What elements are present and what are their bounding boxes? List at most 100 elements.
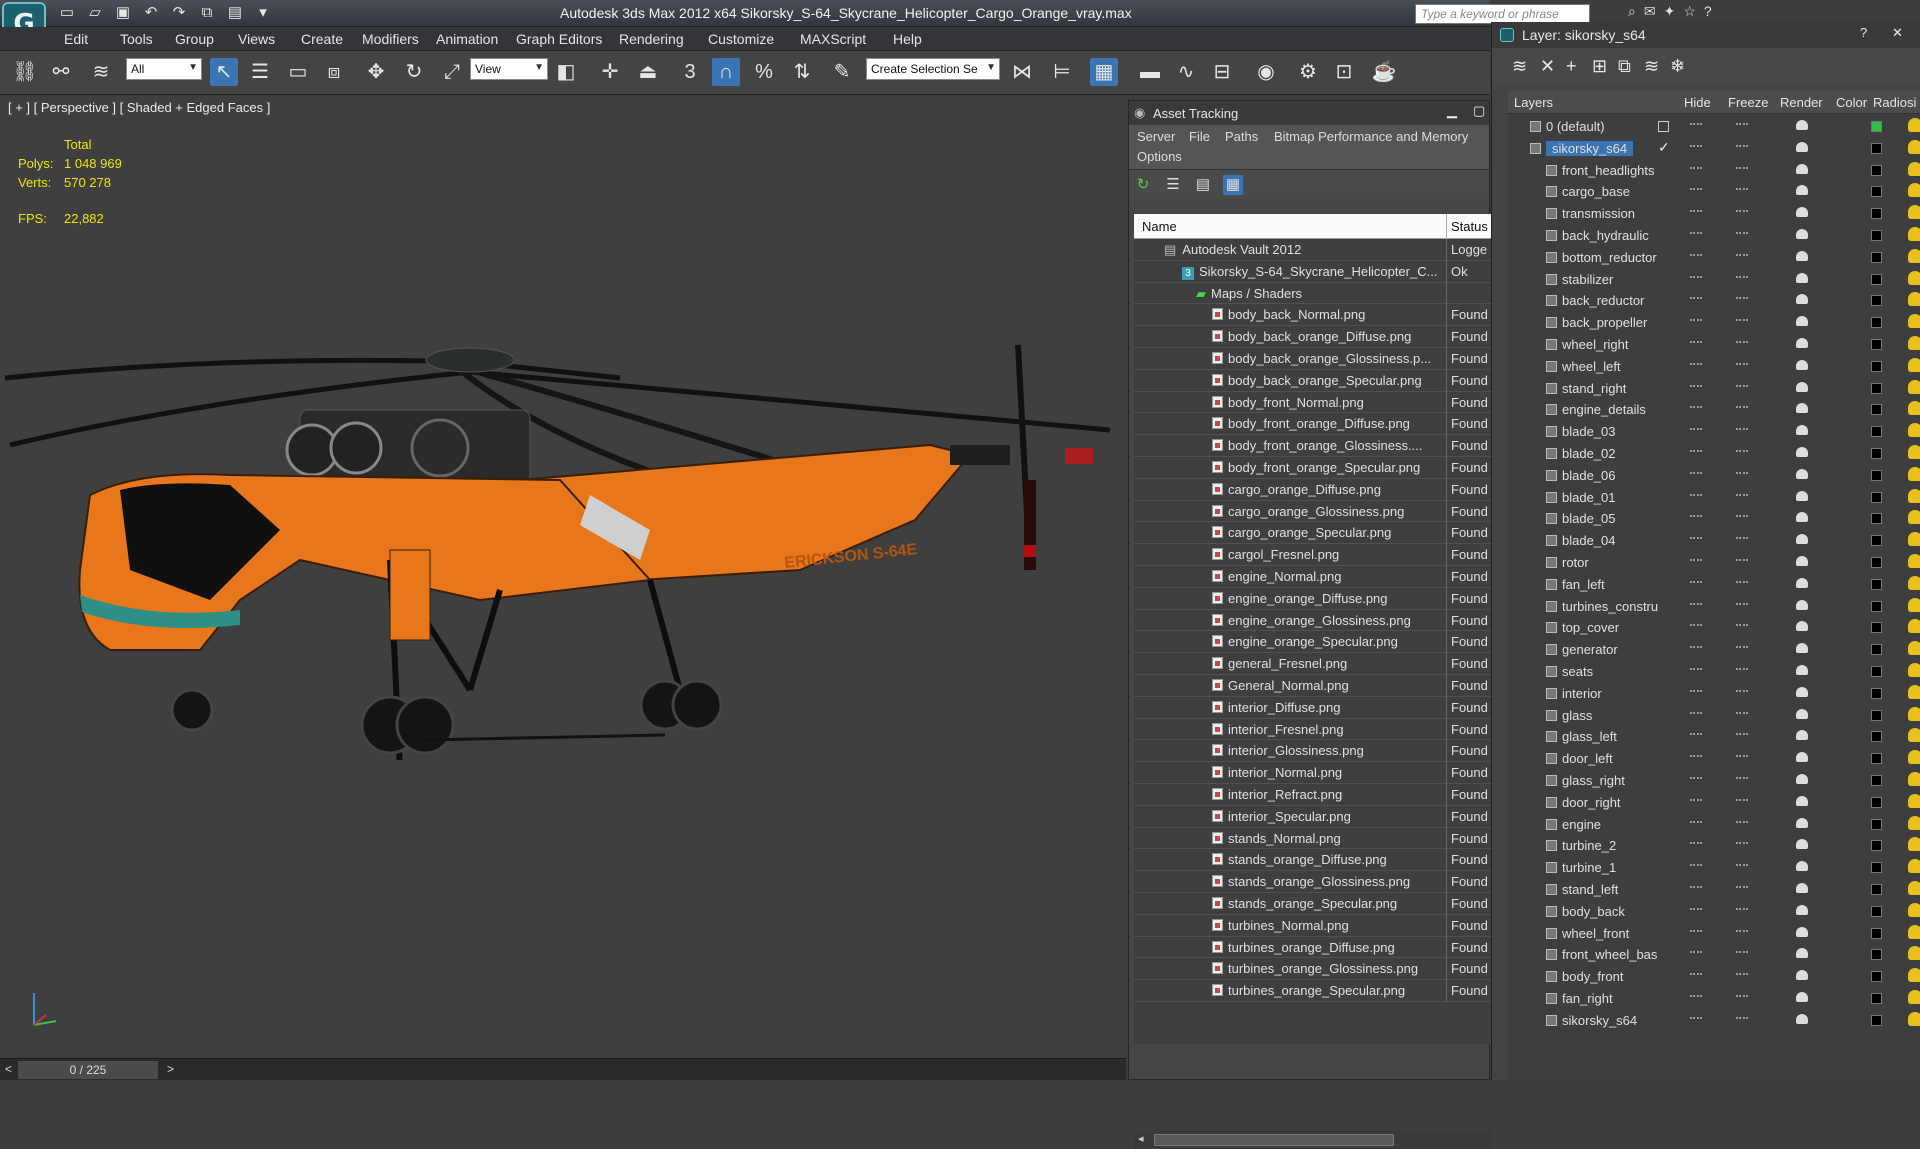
render-teapot-icon[interactable]	[1796, 556, 1808, 566]
render-teapot-icon[interactable]	[1796, 294, 1808, 305]
menu-edit[interactable]: Edit	[64, 31, 88, 47]
radiosity-icon[interactable]	[1908, 859, 1920, 874]
color-swatch[interactable]	[1871, 884, 1882, 895]
color-swatch[interactable]	[1871, 796, 1882, 808]
edit-named-selection-icon[interactable]: ✎	[828, 58, 856, 86]
asset-row[interactable]: interior_Specular.png Found	[1134, 805, 1491, 828]
freeze-toggle[interactable]	[1736, 537, 1748, 541]
render-teapot-icon[interactable]	[1796, 708, 1808, 719]
hide-toggle[interactable]	[1690, 493, 1702, 498]
radiosity-icon[interactable]	[1908, 902, 1920, 917]
menu-maxscript[interactable]: MAXScript	[800, 31, 866, 47]
table-view-icon[interactable]: ▦	[1223, 175, 1243, 195]
freeze-toggle[interactable]	[1736, 406, 1748, 410]
freeze-toggle[interactable]	[1736, 319, 1748, 323]
undo-icon[interactable]: ↶	[140, 3, 162, 23]
color-swatch[interactable]	[1871, 557, 1882, 568]
add-to-layer-icon[interactable]: +	[1566, 56, 1577, 77]
freeze-toggle[interactable]	[1736, 428, 1748, 432]
color-swatch[interactable]	[1871, 208, 1882, 220]
rect-selection-icon[interactable]: ▭	[284, 58, 312, 86]
asset-row[interactable]: stands_orange_Glossiness.png Found	[1134, 871, 1491, 894]
asset-row[interactable]: ▤ Autodesk Vault 2012 Logge	[1134, 239, 1491, 261]
radiosity-icon[interactable]	[1908, 183, 1920, 198]
hide-toggle[interactable]	[1690, 689, 1702, 694]
rendered-frame-icon[interactable]: ⊡	[1330, 58, 1358, 86]
asset-row[interactable]: cargo_orange_Specular.png Found	[1134, 522, 1491, 545]
radiosity-icon[interactable]	[1908, 597, 1920, 612]
save-icon[interactable]: ▣	[112, 3, 134, 23]
asset-horizontal-scrollbar[interactable]: ◂	[1134, 1131, 1491, 1149]
freeze-toggle[interactable]	[1736, 755, 1748, 759]
hide-toggle[interactable]	[1690, 232, 1702, 236]
object-row[interactable]: turbine_1	[1508, 857, 1920, 879]
color-swatch[interactable]	[1871, 731, 1882, 743]
radiosity-icon[interactable]	[1908, 837, 1920, 852]
freeze-toggle[interactable]	[1736, 144, 1748, 149]
color-swatch[interactable]	[1871, 927, 1882, 939]
render-teapot-icon[interactable]	[1796, 229, 1808, 239]
object-row[interactable]: door_left	[1508, 748, 1920, 770]
percent-snap-icon[interactable]: %	[750, 58, 778, 86]
render-teapot-icon[interactable]	[1796, 1013, 1808, 1024]
object-row[interactable]: front_headlights	[1508, 160, 1920, 182]
hide-toggle[interactable]	[1690, 319, 1702, 323]
radiosity-icon[interactable]	[1908, 946, 1920, 961]
menu-customize[interactable]: Customize	[708, 31, 774, 47]
freeze-toggle[interactable]	[1736, 450, 1748, 454]
object-row[interactable]: glass_right	[1508, 770, 1920, 792]
color-swatch[interactable]	[1871, 295, 1882, 307]
hide-toggle[interactable]	[1690, 646, 1702, 650]
hide-toggle[interactable]	[1690, 123, 1702, 127]
hide-toggle[interactable]	[1690, 515, 1702, 519]
asset-row[interactable]: cargo_orange_Diffuse.png Found	[1134, 478, 1491, 501]
color-swatch[interactable]	[1871, 164, 1882, 176]
asset-row[interactable]: 3 Sikorsky_S-64_Skycrane_Helicopter_C... O…	[1134, 260, 1491, 283]
refresh-icon[interactable]: ↻	[1133, 175, 1153, 195]
bind-spacewarp-icon[interactable]: ≋	[88, 58, 114, 86]
asset-row[interactable]: interior_Diffuse.png Found	[1134, 696, 1491, 719]
project-folder-icon[interactable]: ▤	[224, 3, 246, 23]
color-swatch[interactable]	[1871, 491, 1882, 503]
object-row[interactable]: back_propeller	[1508, 312, 1920, 334]
object-row[interactable]: blade_02	[1508, 443, 1920, 465]
render-teapot-icon[interactable]	[1796, 795, 1808, 806]
asset-row[interactable]: ▰ Maps / Shaders	[1134, 282, 1491, 305]
render-teapot-icon[interactable]	[1796, 752, 1808, 763]
object-row[interactable]: wheel_front	[1508, 923, 1920, 945]
radiosity-icon[interactable]	[1908, 423, 1920, 438]
col-layers[interactable]: Layers	[1514, 95, 1553, 110]
scale-icon[interactable]: ⤢	[438, 58, 466, 86]
color-swatch[interactable]	[1871, 535, 1882, 547]
help-icon[interactable]: ?	[1704, 3, 1712, 20]
asset-row[interactable]: interior_Glossiness.png Found	[1134, 740, 1491, 763]
layer-help-button[interactable]: ?	[1860, 25, 1867, 40]
hide-toggle[interactable]	[1690, 820, 1702, 825]
select-manipulate-icon[interactable]: ✛	[596, 58, 624, 86]
color-swatch[interactable]	[1871, 121, 1882, 132]
scroll-thumb[interactable]	[1154, 1134, 1394, 1146]
prev-frame-button[interactable]: <	[5, 1062, 12, 1076]
object-row[interactable]: blade_06	[1508, 465, 1920, 487]
list-view-icon[interactable]: ☰	[1163, 175, 1183, 195]
render-teapot-icon[interactable]	[1796, 926, 1808, 937]
render-teapot-icon[interactable]	[1796, 817, 1808, 828]
hide-toggle[interactable]	[1690, 995, 1702, 999]
freeze-toggle[interactable]	[1736, 973, 1748, 977]
color-swatch[interactable]	[1871, 687, 1882, 699]
radiosity-icon[interactable]	[1908, 968, 1920, 983]
radiosity-icon[interactable]	[1908, 684, 1920, 699]
hide-toggle[interactable]	[1690, 166, 1702, 171]
freeze-toggle[interactable]	[1736, 188, 1748, 192]
menu-group[interactable]: Group	[175, 31, 214, 47]
object-row[interactable]: blade_05	[1508, 508, 1920, 530]
color-swatch[interactable]	[1871, 862, 1882, 874]
freeze-toggle[interactable]	[1736, 777, 1748, 781]
radiosity-icon[interactable]	[1908, 139, 1920, 154]
freeze-toggle[interactable]	[1736, 232, 1748, 236]
freeze-toggle[interactable]	[1736, 646, 1748, 650]
color-swatch[interactable]	[1871, 360, 1882, 372]
render-teapot-icon[interactable]	[1796, 992, 1808, 1002]
hide-toggle[interactable]	[1690, 929, 1702, 934]
active-layer-check-icon[interactable]: ✓	[1658, 139, 1670, 156]
